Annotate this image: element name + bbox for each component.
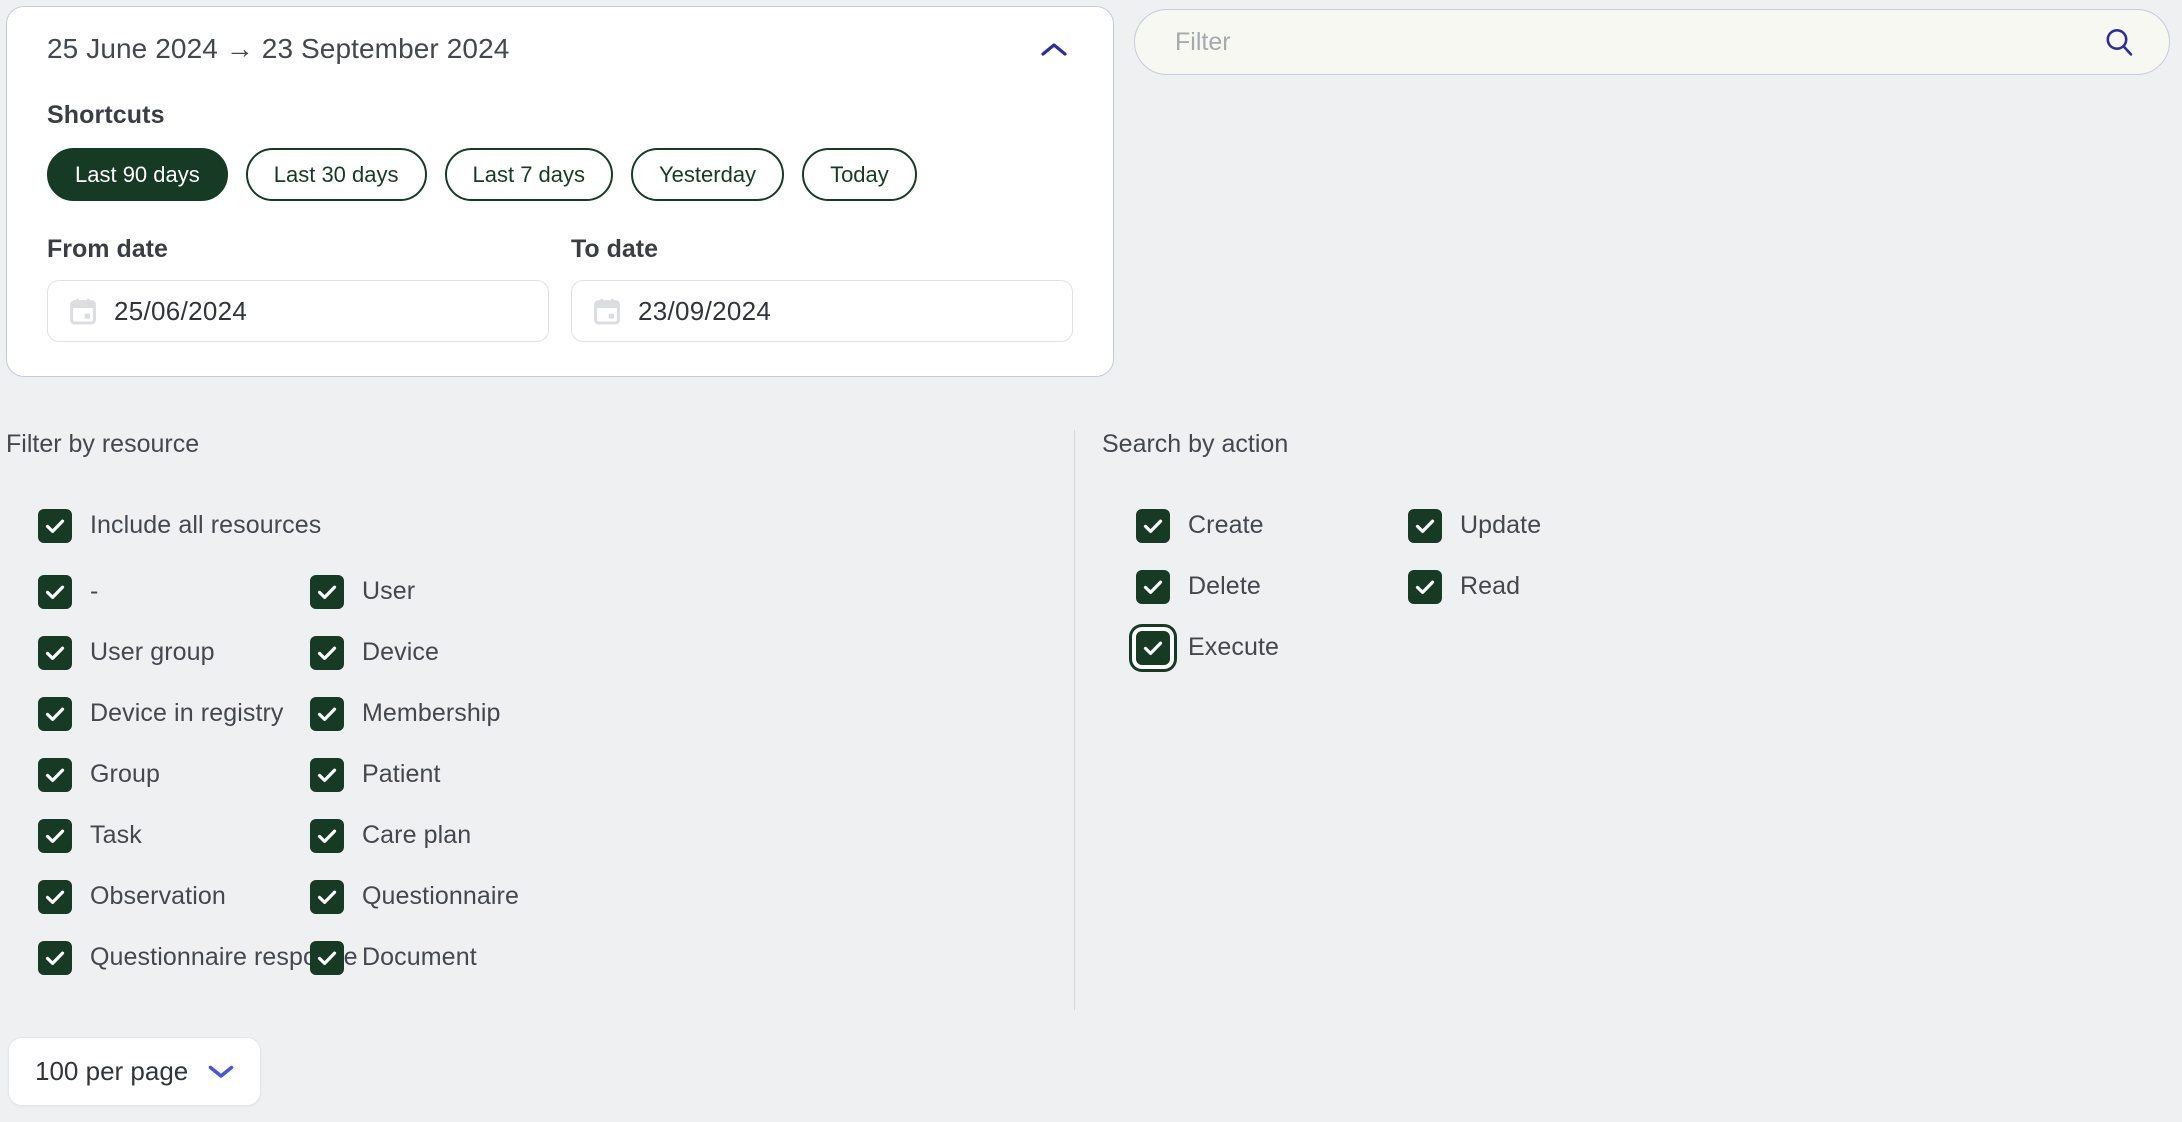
checkbox-label: Execute [1188, 633, 1280, 661]
collapse-date-card-button[interactable] [1035, 42, 1073, 56]
from-date-value: 25/06/2024 [114, 295, 248, 326]
checkbox-label: Device [362, 638, 440, 666]
from-date-field-group: From date 25/06/2024 [47, 235, 549, 343]
shortcut-pill-group: Last 90 days Last 30 days Last 7 days Ye… [47, 148, 1073, 202]
checkbox-checked-icon [310, 696, 344, 731]
checkbox-resource-observation[interactable]: Observation [38, 866, 310, 927]
checkbox-checked-icon [38, 635, 72, 670]
top-controls-row: 25 June 2024 → 23 September 2024 Shortcu… [0, 0, 2182, 378]
checkbox-label: Membership [362, 699, 501, 727]
checkbox-resource-user-group[interactable]: User group [38, 622, 310, 683]
checkbox-action-execute[interactable]: Execute [1136, 617, 1408, 678]
search-icon [2106, 29, 2133, 56]
checkbox-resource-questionnaire[interactable]: Questionnaire [310, 866, 1074, 927]
checkbox-resource-questionnaire-response[interactable]: Questionnaire response [38, 927, 358, 988]
checkbox-resource-document[interactable]: Document [310, 927, 1074, 988]
checkbox-resource-membership[interactable]: Membership [310, 683, 1074, 744]
filter-by-resource-title: Filter by resource [6, 430, 200, 458]
checkbox-checked-icon [1136, 508, 1170, 543]
checkbox-checked-icon [310, 757, 344, 792]
checkbox-label: - [90, 577, 99, 605]
checkbox-label: Group [90, 760, 160, 788]
checkbox-checked-icon [38, 940, 72, 975]
checkbox-label: Document [362, 943, 477, 971]
to-date-field-group: To date 23/09/2024 [571, 235, 1073, 343]
checkbox-resource-user[interactable]: User [310, 561, 1074, 622]
search-input[interactable] [1173, 26, 2103, 58]
checkbox-resource-device-in-registry[interactable]: Device in registry [38, 683, 310, 744]
checkbox-resource-dash[interactable]: - [38, 561, 310, 622]
date-range-card-header: 25 June 2024 → 23 September 2024 [47, 33, 1073, 65]
pagination-controls: 100 per page [8, 1037, 262, 1106]
checkbox-checked-icon [310, 940, 344, 975]
checkbox-resource-task[interactable]: Task [38, 805, 310, 866]
resource-checkbox-grid: - User User group Device Device in regis… [38, 561, 1074, 988]
filter-panels: Filter by resource Include all resources… [0, 430, 2182, 1010]
date-range-card: 25 June 2024 → 23 September 2024 Shortcu… [6, 6, 1114, 378]
checkbox-resource-care-plan[interactable]: Care plan [310, 805, 1074, 866]
shortcut-yesterday[interactable]: Yesterday [631, 148, 785, 202]
checkbox-label: Observation [90, 882, 226, 910]
chevron-down-icon [208, 1065, 234, 1078]
checkbox-checked-icon [38, 696, 72, 731]
checkbox-checked-icon [38, 879, 72, 914]
checkbox-action-update[interactable]: Update [1408, 495, 2182, 556]
shortcut-last-7-days[interactable]: Last 7 days [444, 148, 614, 202]
from-date-label: From date [47, 235, 168, 264]
calendar-icon [594, 298, 620, 325]
checkbox-checked-icon [1408, 508, 1442, 543]
checkbox-label: User group [90, 638, 215, 666]
checkbox-action-read[interactable]: Read [1408, 556, 2182, 617]
checkbox-label: Read [1460, 572, 1521, 600]
checkbox-label: Update [1460, 511, 1542, 539]
chevron-up-icon [1041, 43, 1067, 56]
per-page-select[interactable]: 100 per page [8, 1037, 262, 1106]
checkbox-label: Include all resources [90, 511, 322, 539]
filter-search-bar[interactable] [1134, 9, 2170, 75]
date-range-summary: 25 June 2024 → 23 September 2024 [47, 33, 510, 64]
shortcut-last-90-days[interactable]: Last 90 days [47, 148, 228, 202]
to-date-value: 23/09/2024 [638, 295, 772, 326]
checkbox-resource-device[interactable]: Device [310, 622, 1074, 683]
checkbox-label: Create [1188, 511, 1264, 539]
checkbox-label: Task [90, 821, 142, 849]
checkbox-checked-icon [310, 818, 344, 853]
checkbox-label: Device in registry [90, 699, 284, 727]
shortcut-today[interactable]: Today [802, 148, 917, 202]
checkbox-action-delete[interactable]: Delete [1136, 556, 1408, 617]
checkbox-checked-icon [310, 879, 344, 914]
search-by-action-panel: Search by action Create Update Delete Re… [1074, 430, 2182, 1010]
action-checkbox-grid: Create Update Delete Read Execute [1136, 495, 2182, 678]
per-page-label: 100 per page [35, 1056, 189, 1086]
checkbox-resource-patient[interactable]: Patient [310, 744, 1074, 805]
checkbox-checked-icon [1136, 630, 1170, 665]
checkbox-checked-icon [310, 574, 344, 609]
action-checkbox-area: Create Update Delete Read Execute [1136, 495, 2182, 678]
checkbox-label: Patient [362, 760, 441, 788]
checkbox-resource-group[interactable]: Group [38, 744, 310, 805]
from-date-input[interactable]: 25/06/2024 [47, 280, 549, 343]
search-button[interactable] [2103, 26, 2135, 58]
shortcut-last-30-days[interactable]: Last 30 days [245, 148, 427, 202]
checkbox-checked-icon [38, 818, 72, 853]
checkbox-checked-icon [38, 508, 72, 543]
to-date-input[interactable]: 23/09/2024 [571, 280, 1073, 343]
checkbox-label: Delete [1188, 572, 1261, 600]
checkbox-checked-icon [1408, 569, 1442, 604]
checkbox-include-all-resources[interactable]: Include all resources [38, 495, 1074, 556]
checkbox-action-create[interactable]: Create [1136, 495, 1408, 556]
to-date-label: To date [571, 235, 659, 264]
filter-by-resource-panel: Filter by resource Include all resources… [0, 430, 1074, 1010]
shortcuts-label: Shortcuts [47, 101, 165, 129]
checkbox-checked-icon [310, 635, 344, 670]
checkbox-checked-icon [38, 757, 72, 792]
search-by-action-title: Search by action [1102, 430, 1289, 458]
calendar-icon [70, 298, 96, 325]
checkbox-label: User [362, 577, 416, 605]
checkbox-checked-icon [1136, 569, 1170, 604]
checkbox-label: Questionnaire [362, 882, 519, 910]
checkbox-label: Care plan [362, 821, 472, 849]
date-fields-row: From date 25/06/2024 To date 23/09/2024 [47, 235, 1073, 343]
checkbox-checked-icon [38, 574, 72, 609]
